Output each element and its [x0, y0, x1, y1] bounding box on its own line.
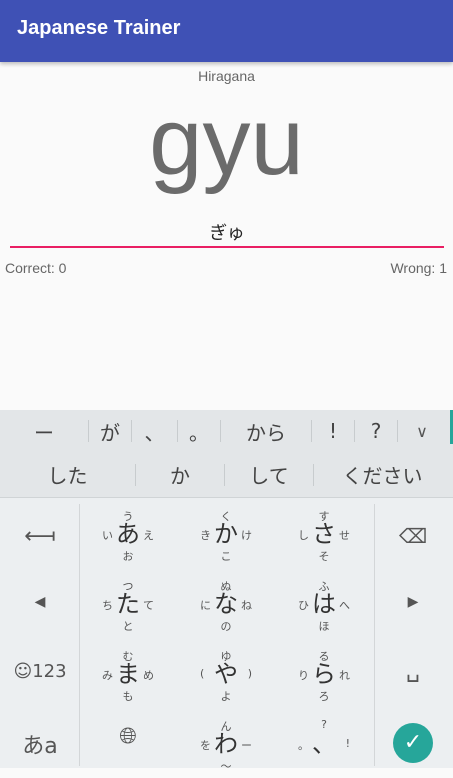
- key-ma[interactable]: む み ま め も: [80, 640, 176, 708]
- checkmark-icon[interactable]: ✓: [393, 723, 433, 763]
- romaji-prompt: gyu: [149, 88, 304, 195]
- answer-input[interactable]: ぎゅ: [10, 216, 444, 248]
- candidate[interactable]: 、: [132, 417, 177, 446]
- key-sa[interactable]: す し さ せ そ: [276, 500, 372, 568]
- candidate[interactable]: が: [89, 417, 131, 446]
- key-ya[interactable]: ゆ ( や ) よ: [178, 640, 274, 708]
- globe-icon[interactable]: 🌐︎: [96, 724, 160, 749]
- flick-key-grid: ⟻ ◀ ☺123 あa う い あ え お く き か け こ す し さ せ …: [0, 498, 453, 773]
- key-ka[interactable]: く き か け こ: [178, 500, 274, 568]
- kana-toggle-key[interactable]: あa: [10, 728, 70, 760]
- emoji-number-key[interactable]: ☺123: [8, 661, 72, 682]
- candidate[interactable]: 。: [178, 417, 220, 446]
- space-icon[interactable]: ␣: [393, 658, 433, 683]
- candidate[interactable]: ー: [0, 417, 88, 446]
- app-title: Japanese Trainer: [17, 17, 181, 39]
- wrong-count: Wrong: 1: [390, 260, 447, 276]
- candidate-row-symbols: ー が 、 。 から ! ? ∨: [0, 410, 453, 452]
- key-ha[interactable]: ふ ひ は へ ほ: [276, 570, 372, 638]
- key-na[interactable]: ぬ に な ね の: [178, 570, 274, 638]
- backspace-icon[interactable]: ⌫: [393, 524, 433, 548]
- candidate[interactable]: ください: [314, 460, 451, 489]
- key-ra[interactable]: る り ら れ ろ: [276, 640, 372, 708]
- chevron-down-icon[interactable]: ∨: [398, 422, 446, 441]
- candidate[interactable]: した: [0, 460, 135, 489]
- undo-arrow-icon[interactable]: ⟻: [20, 524, 60, 549]
- key-a[interactable]: う い あ え お: [80, 500, 176, 568]
- candidate[interactable]: して: [225, 460, 313, 489]
- candidate[interactable]: ?: [355, 419, 397, 443]
- candidate[interactable]: !: [312, 419, 354, 443]
- candidate-row-words: した か して ください: [0, 452, 453, 498]
- correct-count: Correct: 0: [5, 260, 67, 276]
- cursor-left-icon[interactable]: ◀: [20, 594, 60, 610]
- cursor-right-icon[interactable]: ▶: [393, 594, 433, 610]
- key-ta[interactable]: つ ち た て と: [80, 570, 176, 638]
- japanese-keyboard: ー が 、 。 から ! ? ∨ した か して ください ⟻ ◀ ☺123 あ…: [0, 410, 453, 773]
- candidate[interactable]: か: [136, 460, 224, 489]
- mode-label: Hiragana: [198, 68, 255, 84]
- app-bar: Japanese Trainer: [0, 0, 453, 62]
- candidate[interactable]: から: [221, 417, 311, 446]
